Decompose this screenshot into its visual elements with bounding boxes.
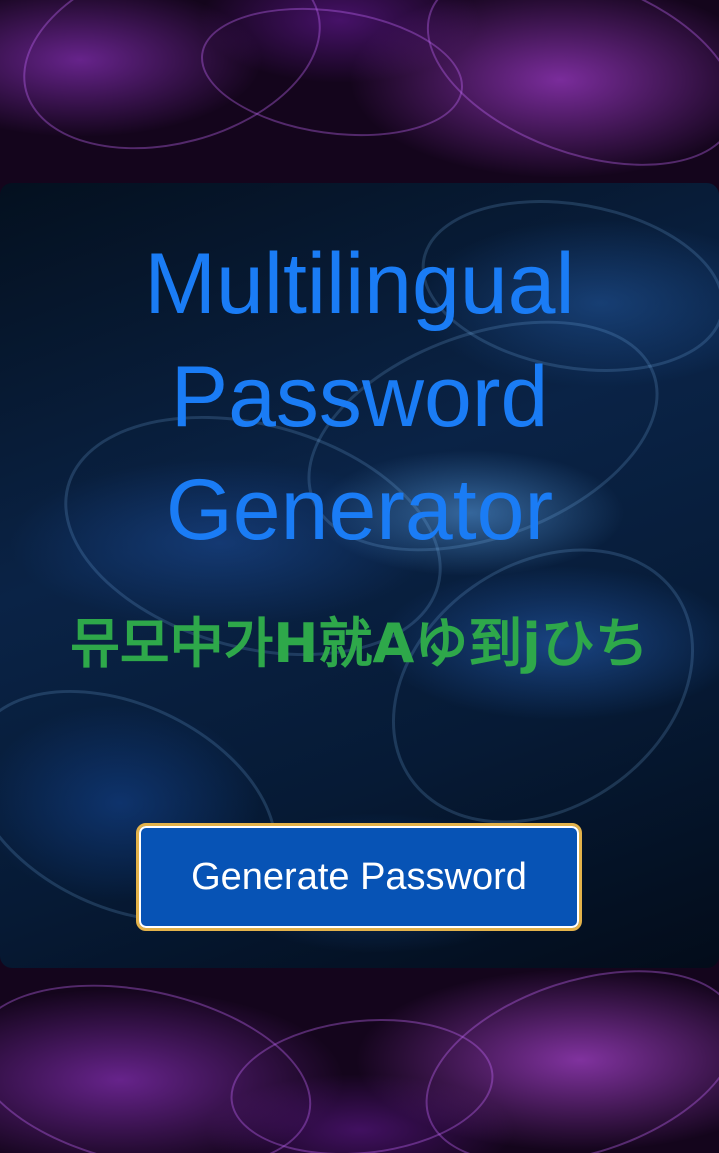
generate-password-button[interactable]: Generate Password	[136, 823, 582, 931]
page-title: Multilingual Password Generator	[144, 236, 575, 558]
background-wisp	[0, 956, 329, 1153]
background-wisp	[223, 1006, 501, 1153]
background-wisp	[1, 0, 343, 181]
generator-card: Multilingual Password Generator 뮤모中가H就Aゆ…	[0, 183, 719, 968]
background-wisp	[400, 0, 719, 205]
background-wisp	[192, 0, 472, 152]
generated-password: 뮤모中가H就Aゆ到jひち	[70, 612, 649, 675]
